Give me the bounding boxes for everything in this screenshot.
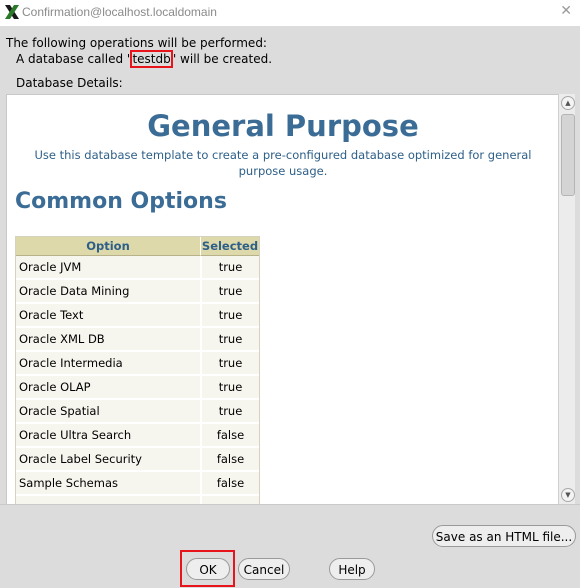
common-options-heading: Common Options <box>15 189 227 214</box>
database-created-line: A database called "testdb" will be creat… <box>16 50 273 68</box>
details-content-pane[interactable]: General Purpose Use this database templa… <box>6 94 559 505</box>
option-selected: false <box>200 424 259 448</box>
option-selected: false <box>200 472 259 496</box>
scrollbar-thumb[interactable] <box>561 114 575 196</box>
database-details-label: Database Details: <box>16 76 123 90</box>
app-logo-icon <box>5 5 19 19</box>
database-prefix: A database called " <box>16 52 133 66</box>
table-row: Oracle Label Security false <box>16 448 259 472</box>
option-selected: false <box>200 448 259 472</box>
option-name: Oracle Spatial <box>16 400 200 424</box>
operations-intro: The following operations will be perform… <box>6 36 267 50</box>
template-title: General Purpose <box>147 109 419 143</box>
database-name: testdb <box>130 50 173 68</box>
table-row: Oracle Intermedia true <box>16 352 259 376</box>
table-row: Oracle Spatial true <box>16 400 259 424</box>
scroll-down-icon[interactable]: ▼ <box>561 488 575 502</box>
option-selected: true <box>200 280 259 304</box>
option-selected: true <box>200 328 259 352</box>
table-row: Oracle Data Mining true <box>16 280 259 304</box>
cancel-button[interactable]: Cancel <box>238 558 290 580</box>
option-name: Oracle Data Mining <box>16 280 200 304</box>
option-name: Oracle OLAP <box>16 376 200 400</box>
scroll-up-icon[interactable]: ▲ <box>561 96 575 110</box>
option-selected: true <box>200 352 259 376</box>
option-name: Oracle Intermedia <box>16 352 200 376</box>
options-table: Option Selected Oracle JVM true Oracle Da… <box>15 236 260 505</box>
column-header-selected: Selected <box>200 237 259 256</box>
column-header-option: Option <box>16 237 200 256</box>
template-description: Use this database template to create a p… <box>34 148 532 178</box>
table-row: Oracle Ultra Search false <box>16 424 259 448</box>
database-suffix: " will be created. <box>170 52 273 66</box>
option-name: Oracle Label Security <box>16 448 200 472</box>
help-button[interactable]: Help <box>329 558 375 580</box>
bottom-separator <box>0 504 580 505</box>
option-selected: true <box>200 304 259 328</box>
ok-button[interactable]: OK <box>186 558 230 580</box>
title-bar: Confirmation@localhost.localdomain ✕ <box>0 0 580 26</box>
option-name: Oracle Ultra Search <box>16 424 200 448</box>
table-row: Oracle XML DB true <box>16 328 259 352</box>
table-row: Oracle OLAP true <box>16 376 259 400</box>
option-name: Oracle JVM <box>16 256 200 280</box>
table-row: Oracle Text true <box>16 304 259 328</box>
option-selected: true <box>200 256 259 280</box>
option-name: Oracle XML DB <box>16 328 200 352</box>
table-row: Sample Schemas false <box>16 472 259 496</box>
option-selected: true <box>200 400 259 424</box>
vertical-scrollbar[interactable]: ▲ ▼ <box>558 94 575 504</box>
close-icon[interactable]: ✕ <box>560 3 572 19</box>
save-as-html-button[interactable]: Save as an HTML file... <box>432 525 576 547</box>
option-name: Oracle Text <box>16 304 200 328</box>
option-name: Sample Schemas <box>16 472 200 496</box>
table-row: Oracle JVM true <box>16 256 259 280</box>
option-selected: true <box>200 376 259 400</box>
window-title: Confirmation@localhost.localdomain <box>22 5 217 19</box>
options-table-header: Option Selected <box>16 237 259 256</box>
